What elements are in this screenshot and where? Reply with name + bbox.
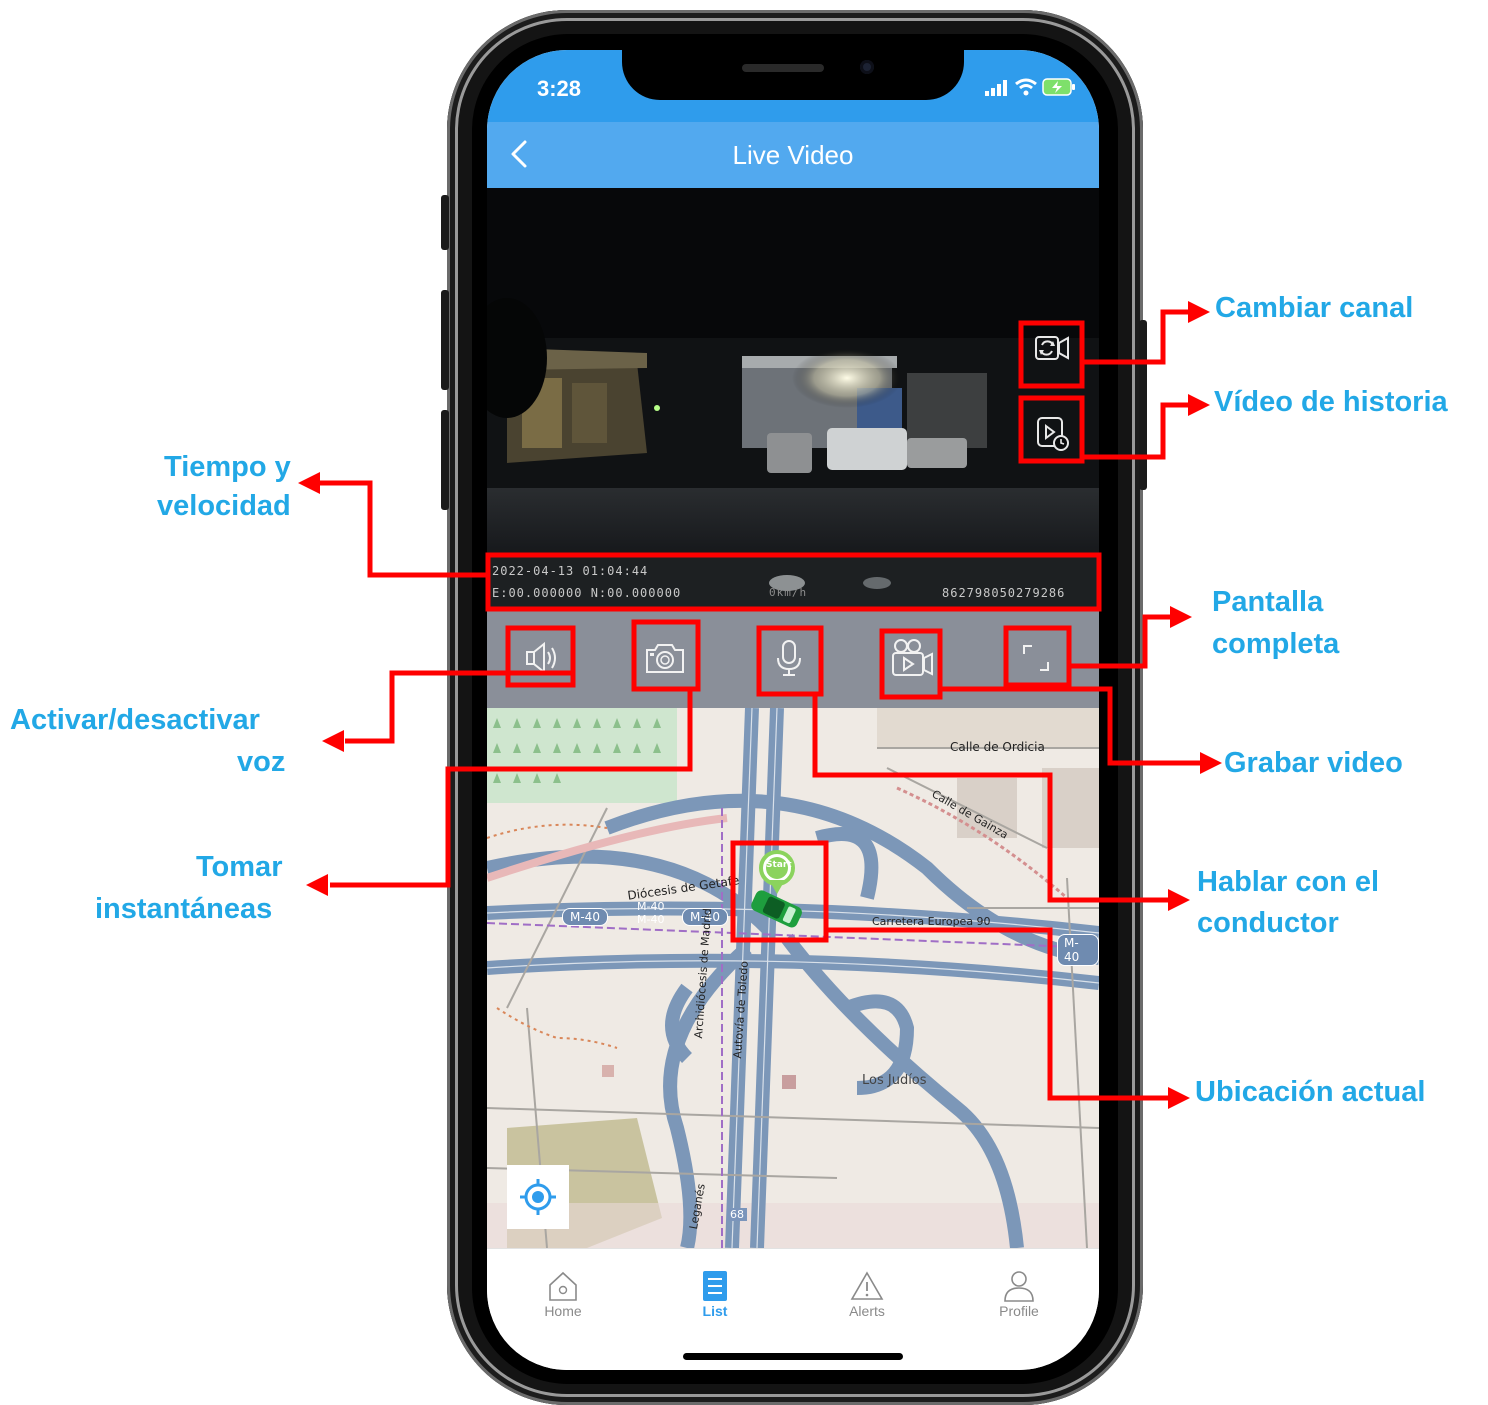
label-pantalla-2: completa [1212, 628, 1340, 660]
label-tomar-2: instantáneas [95, 893, 273, 925]
wifi-icon [1015, 78, 1037, 96]
fullscreen-button[interactable] [1006, 630, 1066, 686]
label-grabar: Grabar video [1224, 747, 1403, 779]
record-video-button[interactable] [883, 630, 943, 686]
volume-up-button [441, 290, 449, 390]
label-pantalla-1: Pantalla [1212, 586, 1324, 618]
label-hablar-1: Hablar con el [1197, 866, 1380, 898]
record-video-icon [892, 639, 933, 676]
navigation-bar: Live Video [487, 122, 1099, 188]
label-tiempo-1: Tiempo y [164, 451, 291, 483]
video-frame [487, 188, 1099, 608]
volume-down-button [441, 410, 449, 510]
list-icon [703, 1271, 727, 1301]
fullscreen-icon [1023, 645, 1049, 671]
home-indicator [683, 1353, 903, 1360]
label-ubicacion: Ubicación actual [1195, 1076, 1426, 1108]
tab-profile[interactable]: Profile [964, 1269, 1074, 1319]
map-label-m40-stack2: M-40 [637, 913, 665, 926]
map-label-m40-a: M-40 [562, 908, 608, 926]
status-time: 3:28 [537, 76, 582, 101]
tab-profile-label: Profile [999, 1303, 1039, 1319]
switch-channel-button[interactable] [1032, 328, 1072, 368]
signal-icon [985, 80, 1007, 96]
map-view[interactable]: Calle de Ordicia Calle de Gainza Diócesi… [487, 708, 1099, 1248]
map-label-los-judios: Los Judíos [862, 1073, 927, 1088]
map-label-route-68: 68 [727, 1208, 747, 1221]
osd-device-id: 862798050279286 [942, 586, 1066, 600]
camera-icon [646, 644, 684, 673]
status-bar: 3:28 [487, 50, 1099, 122]
crosshair-icon [520, 1179, 556, 1215]
locate-button[interactable] [507, 1165, 569, 1229]
power-button [1139, 320, 1147, 490]
home-icon [549, 1271, 577, 1301]
label-tiempo-2: velocidad [157, 490, 291, 522]
tab-alerts[interactable]: Alerts [812, 1269, 922, 1319]
tab-home-label: Home [544, 1303, 582, 1319]
label-cambiar-canal: Cambiar canal [1215, 292, 1414, 324]
live-video-feed[interactable]: 2022-04-13 01:04:44 E:00.000000 N:00.000… [487, 188, 1099, 608]
osd-speed: 0km/h [769, 586, 808, 599]
map-canvas [487, 708, 1099, 1248]
page-title: Live Video [732, 140, 854, 170]
mute-switch [441, 195, 449, 250]
microphone-icon [777, 640, 801, 676]
map-label-m40-stack: M-40 [637, 900, 665, 913]
alert-icon [850, 1271, 884, 1300]
osd-datetime: 2022-04-13 01:04:44 [492, 564, 649, 578]
notch-speaker [742, 64, 824, 72]
map-label-m40-c: M-40 [1057, 934, 1099, 966]
switch-camera-icon [1035, 336, 1069, 360]
label-voz-1: Activar/desactivar [10, 704, 260, 736]
front-camera [860, 60, 874, 74]
history-video-button[interactable] [1032, 413, 1072, 453]
tab-list-label: List [702, 1303, 728, 1319]
label-hablar-2: conductor [1197, 907, 1339, 939]
label-video-historia: Vídeo de historia [1214, 386, 1448, 418]
notch [622, 50, 964, 100]
map-label-calle-ordicia: Calle de Ordicia [950, 740, 1045, 754]
speaker-icon [526, 641, 556, 675]
map-start-label: Start [766, 860, 792, 870]
tab-home[interactable]: Home [508, 1269, 618, 1319]
video-control-bar [487, 608, 1099, 708]
tab-list[interactable]: List [660, 1269, 770, 1319]
tab-alerts-label: Alerts [849, 1303, 885, 1319]
voice-toggle-button[interactable] [512, 630, 572, 686]
talk-to-driver-button[interactable] [759, 630, 819, 686]
label-tomar-1: Tomar [196, 851, 283, 883]
snapshot-button[interactable] [635, 630, 695, 686]
label-voz-2: voz [237, 746, 286, 778]
phone-screen: 3:28 Live Video 2022-04-13 01:04:44 E:00… [487, 50, 1099, 1370]
profile-icon [1004, 1271, 1034, 1302]
tab-bar: Home List Alerts Profile [487, 1248, 1099, 1370]
battery-icon [1042, 78, 1075, 96]
map-label-carretera: Carretera Europea 90 [872, 915, 991, 928]
playback-history-icon [1037, 417, 1069, 451]
osd-coordinates: E:00.000000 N:00.000000 [492, 586, 682, 600]
